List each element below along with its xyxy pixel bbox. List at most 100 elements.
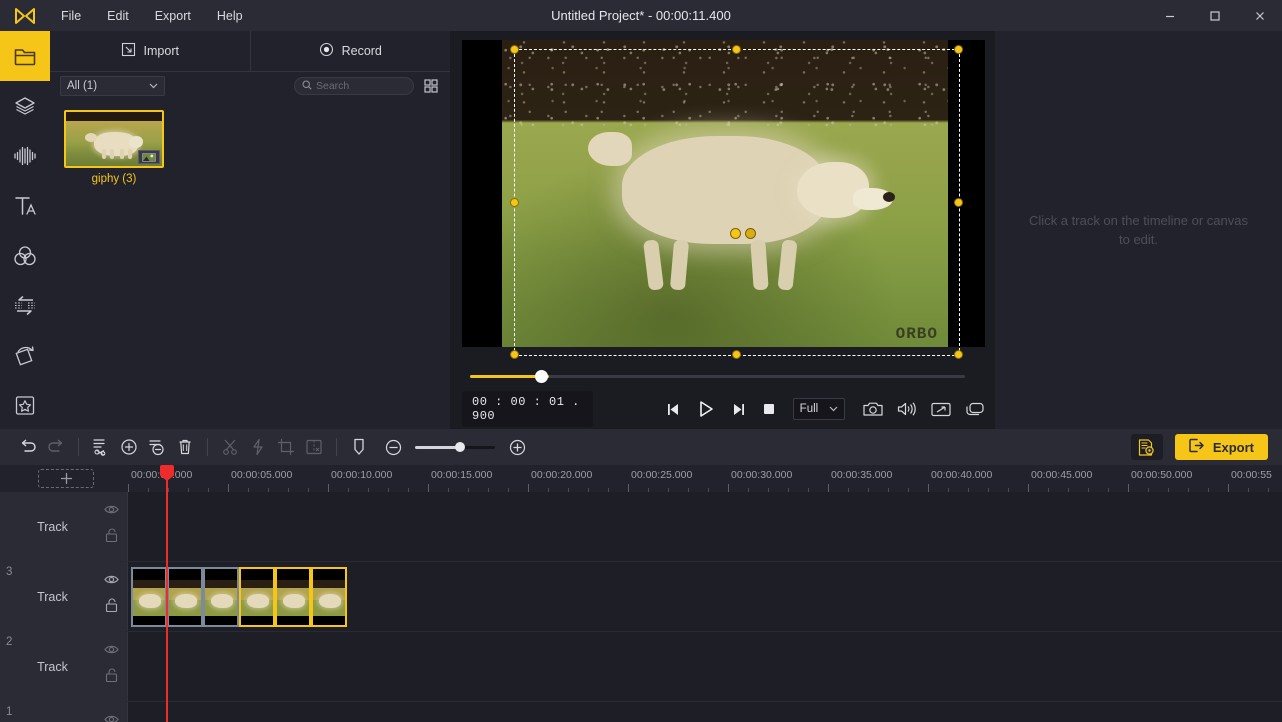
popout-window-icon[interactable] — [965, 402, 985, 417]
unlock-icon[interactable] — [105, 668, 118, 688]
undo-icon[interactable] — [14, 433, 42, 461]
preview-canvas[interactable]: ORBO — [462, 40, 985, 359]
camera-icon[interactable] — [863, 401, 883, 417]
track-controls — [104, 502, 119, 548]
dog-nose — [883, 192, 895, 202]
media-filter-select[interactable]: All (1) — [60, 76, 165, 96]
resize-handle-bottom-center[interactable] — [732, 350, 741, 359]
grid-view-icon[interactable] — [422, 77, 440, 95]
trash-icon[interactable] — [171, 433, 199, 461]
export-button[interactable]: Export — [1174, 434, 1268, 460]
track-header[interactable]: Track — [0, 492, 128, 561]
unlock-icon[interactable] — [105, 598, 118, 618]
timeline-clip[interactable] — [167, 567, 203, 627]
resize-handle-bottom-right[interactable] — [954, 350, 963, 359]
zoom-control — [379, 433, 531, 461]
rail-item-favorites[interactable] — [0, 381, 50, 431]
preview-scrubber[interactable] — [462, 367, 985, 387]
ruler-tick-major — [428, 484, 429, 492]
timeline-track-row[interactable]: Track — [0, 492, 1282, 562]
move-handle[interactable] — [730, 228, 741, 239]
track-lane[interactable] — [128, 562, 1282, 631]
scissors-icon[interactable] — [216, 433, 244, 461]
track-lane[interactable] — [128, 632, 1282, 701]
transport-controls: 00 : 00 : 01 . 900 Full — [462, 391, 985, 427]
mirror-icon[interactable] — [300, 433, 328, 461]
resize-handle-bottom-left[interactable] — [510, 350, 519, 359]
quality-select[interactable]: Full — [792, 398, 845, 420]
add-clip-icon[interactable] — [115, 433, 143, 461]
split-clip-icon[interactable] — [87, 433, 115, 461]
expand-icon[interactable] — [931, 402, 951, 417]
toolbar-divider — [207, 438, 208, 456]
play-icon[interactable] — [696, 399, 716, 419]
menu-item-edit[interactable]: Edit — [104, 7, 132, 25]
add-track-button[interactable] — [38, 469, 94, 488]
eye-icon[interactable] — [104, 572, 119, 590]
redo-icon[interactable] — [42, 433, 70, 461]
rail-item-effects[interactable] — [0, 331, 50, 381]
clip-strip[interactable] — [131, 567, 347, 627]
zoom-out-icon[interactable] — [379, 433, 407, 461]
timeline-clip[interactable] — [311, 567, 347, 627]
tab-import-label: Import — [143, 44, 179, 58]
crop-icon[interactable] — [272, 433, 300, 461]
timeline-clip[interactable] — [275, 567, 311, 627]
next-frame-icon[interactable] — [730, 402, 747, 417]
track-controls — [104, 712, 119, 722]
maximize-icon[interactable] — [1192, 0, 1237, 31]
speaker-icon[interactable] — [897, 401, 917, 417]
menu-item-file[interactable]: File — [58, 7, 84, 25]
project-settings-icon[interactable] — [1130, 434, 1163, 460]
tab-import[interactable]: Import — [50, 31, 251, 71]
minimize-icon[interactable] — [1147, 0, 1192, 31]
rail-item-filters[interactable] — [0, 231, 50, 281]
close-icon[interactable] — [1237, 0, 1282, 31]
rotate-handle[interactable] — [745, 228, 756, 239]
zoom-slider[interactable] — [415, 442, 495, 452]
resize-handle-middle-right[interactable] — [954, 197, 963, 207]
timeline-ruler[interactable]: 00:00:00.000 00:00:05.000 00:00:10.000 00:0… — [128, 465, 1282, 492]
zoom-in-icon[interactable] — [503, 433, 531, 461]
timeline-clip[interactable] — [239, 567, 275, 627]
ruler-tick-major — [128, 484, 129, 492]
menu-item-help[interactable]: Help — [214, 7, 246, 25]
scrubber-knob[interactable] — [535, 370, 548, 383]
resize-handle-top-right[interactable] — [954, 45, 963, 54]
rail-item-audio[interactable] — [0, 131, 50, 181]
color-circles-icon — [14, 246, 36, 266]
track-header[interactable]: 3 Track — [0, 562, 128, 631]
rotate-square-icon — [15, 346, 34, 366]
stop-icon[interactable] — [761, 401, 777, 417]
timeline-track-row[interactable]: 1Track — [0, 702, 1282, 722]
eye-icon[interactable] — [104, 642, 119, 660]
track-header[interactable]: 1Track — [0, 702, 128, 722]
zoom-slider-knob[interactable] — [455, 442, 465, 452]
marker-icon[interactable] — [345, 433, 373, 461]
unlock-icon[interactable] — [105, 528, 118, 548]
ruler-label: 00:00:15.000 — [431, 469, 493, 481]
track-lane[interactable] — [128, 702, 1282, 722]
eye-icon[interactable] — [104, 502, 119, 520]
prev-frame-icon[interactable] — [665, 402, 682, 417]
tab-record[interactable]: Record — [251, 31, 451, 71]
media-item[interactable]: giphy (3) — [64, 110, 164, 185]
timeline-track-row[interactable]: 3 Track — [0, 562, 1282, 632]
lightning-icon[interactable] — [244, 433, 272, 461]
timeline-clip[interactable] — [203, 567, 239, 627]
menu-item-export[interactable]: Export — [152, 7, 194, 25]
media-search-box[interactable] — [294, 77, 414, 95]
rail-item-media[interactable] — [0, 31, 50, 81]
track-lane[interactable] — [128, 492, 1282, 561]
remove-clip-icon[interactable] — [143, 433, 171, 461]
rail-item-layers[interactable] — [0, 81, 50, 131]
track-controls — [104, 572, 119, 618]
timeline-track-row[interactable]: 2 Track — [0, 632, 1282, 702]
chevron-down-icon — [149, 80, 158, 92]
search-input[interactable] — [316, 80, 406, 92]
rail-item-transitions[interactable] — [0, 281, 50, 331]
track-header[interactable]: 2 Track — [0, 632, 128, 701]
eye-icon[interactable] — [104, 712, 119, 722]
timeline-clip[interactable] — [131, 567, 167, 627]
rail-item-text[interactable] — [0, 181, 50, 231]
